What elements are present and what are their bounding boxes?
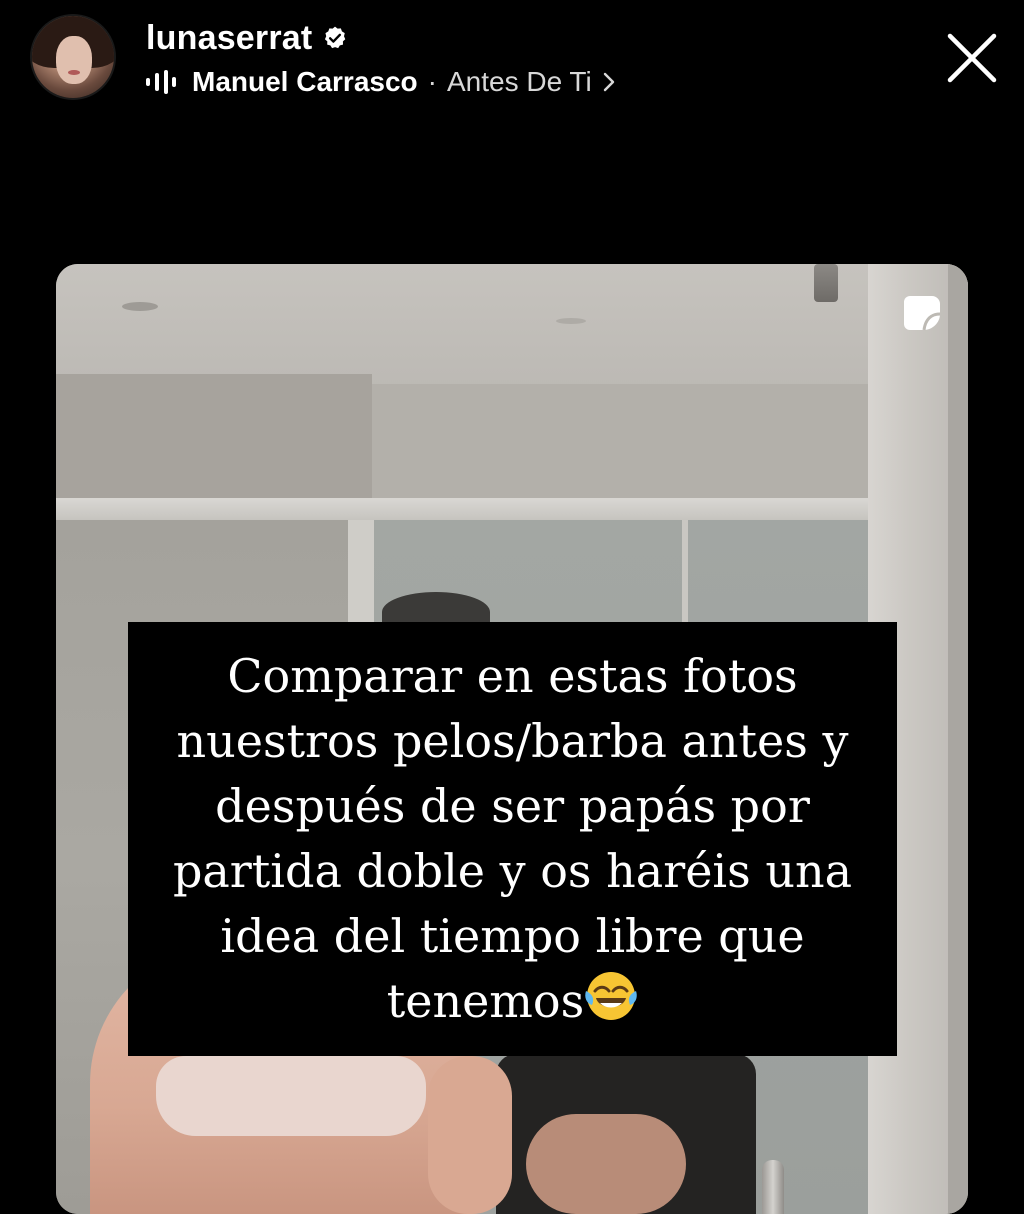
photo-person-arm <box>428 1056 512 1214</box>
sticker-icon[interactable] <box>902 294 942 332</box>
music-separator: · <box>427 66 437 97</box>
music-attribution[interactable]: Manuel Carrasco · Antes De Ti <box>146 62 616 102</box>
photo-tap <box>762 1160 784 1214</box>
photo-ceiling-light <box>122 302 158 311</box>
story-caption-text: Comparar en estas fotos nuestros pelos/b… <box>172 649 853 1028</box>
chevron-right-icon <box>603 72 614 92</box>
photo-person-arm <box>526 1114 686 1214</box>
music-song-title: Antes De Ti <box>446 66 592 97</box>
story-caption: Comparar en estas fotos nuestros pelos/b… <box>173 644 852 1034</box>
photo-clothing <box>156 1056 426 1136</box>
story-header: lunaserrat Manuel Carrasco · Antes De Ti <box>0 0 1024 120</box>
avatar-lips <box>68 70 80 75</box>
photo-shelf <box>56 374 372 499</box>
waveform-icon <box>146 70 176 94</box>
photo-shelf-bar <box>56 498 868 520</box>
username-row: lunaserrat <box>146 16 348 60</box>
avatar[interactable] <box>32 16 114 98</box>
face-with-tears-of-joy-icon <box>585 972 637 1020</box>
story-caption-box: Comparar en estas fotos nuestros pelos/b… <box>128 622 897 1056</box>
close-button[interactable] <box>936 22 1008 94</box>
close-icon <box>947 33 997 83</box>
verified-badge-icon <box>325 26 346 49</box>
photo-fixture <box>814 264 838 302</box>
photo-right-edge <box>948 264 968 1214</box>
avatar-face <box>56 36 92 84</box>
photo-ceiling-light <box>556 318 586 324</box>
photo-shelf <box>372 384 868 502</box>
music-artist: Manuel Carrasco <box>192 66 418 97</box>
username[interactable]: lunaserrat <box>146 19 312 58</box>
